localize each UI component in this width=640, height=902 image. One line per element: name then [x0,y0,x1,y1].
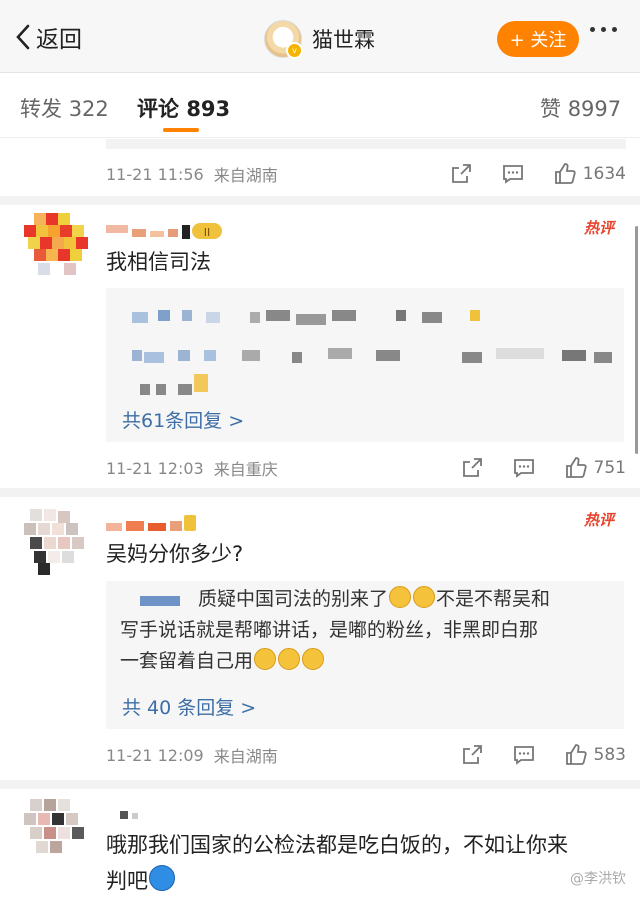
tab-repost[interactable]: 转发 322 [20,93,109,123]
comment-text: 哦那我们国家的公检法都是吃白饭的，不如让你来 判吧 [106,833,568,893]
avatar[interactable] [24,799,88,863]
thinking-emoji-icon [302,648,325,670]
view-replies-link[interactable]: 共 40 条回复 > [122,693,256,720]
comment-date: 11-21 12:03 [106,458,204,478]
watermark: @李洪钦 [570,871,626,887]
username-redacted[interactable] [106,805,146,823]
comment-location: 来自重庆 [213,460,278,479]
divider [0,196,640,205]
previous-comment-reply-box [106,139,626,149]
back-button[interactable]: 返回 [14,20,82,54]
comment-meta: 11-21 11:56 来自湖南 1634 [106,159,626,189]
like-count: 1634 [582,164,626,184]
hot-comment-badge: 热评 [584,511,615,529]
divider [0,780,640,789]
author-name[interactable]: 猫世霖 [312,24,375,54]
thinking-emoji-icon [254,648,277,670]
divider [0,488,640,497]
post-tabs: 转发 322 评论 893 赞 8997 [0,73,640,138]
comment-icon[interactable] [512,743,536,767]
comment-icon[interactable] [501,162,525,186]
chevron-left-icon [16,24,30,50]
svg-text:II: II [204,226,211,239]
tab-comments[interactable]: 评论 893 [137,93,230,123]
post-author[interactable]: v 猫世霖 [264,20,375,59]
avatar[interactable] [24,509,88,575]
avatar[interactable] [24,213,88,277]
hot-comment-badge: 热评 [584,219,615,237]
comment-meta: 11-21 12:09 来自湖南 583 [106,740,626,770]
avatar[interactable]: v [264,20,303,59]
tab-repost-label: 转发 [20,97,62,121]
active-tab-indicator [163,128,199,132]
comment-location: 来自湖南 [213,166,278,185]
share-icon[interactable] [460,456,484,480]
comment-location: 来自湖南 [213,747,278,766]
tab-likes[interactable]: 赞 8997 [540,93,621,123]
like-icon[interactable] [553,162,577,186]
comment-text: 我相信司法 [106,250,211,274]
tab-comments-label: 评论 [137,97,179,121]
comment-date: 11-21 12:09 [106,745,204,765]
share-icon[interactable] [460,743,484,767]
tab-likes-label: 赞 [540,97,561,121]
share-icon[interactable] [449,162,473,186]
tab-comments-count: 893 [186,97,231,121]
comment-meta: 11-21 12:03 来自重庆 751 [106,453,626,483]
thinking-emoji-icon [278,648,301,670]
username-redacted[interactable]: II [106,221,226,239]
laugh-cry-emoji-icon [389,586,412,608]
view-replies-link[interactable]: 共61条回复 > [122,406,244,433]
reply-preview-box[interactable]: 共61条回复 > [106,288,624,442]
comment-text: 吴妈分你多少? [106,542,244,566]
reply-text: 质疑中国司法的别来了 不是不帮吴和 写手说话就是帮嘟讲话，是嘟的粉丝，非黑即白那 … [120,586,551,672]
follow-button[interactable]: + 关注 [497,21,579,57]
reply-preview-box[interactable]: 质疑中国司法的别来了 不是不帮吴和 写手说话就是帮嘟讲话，是嘟的粉丝，非黑即白那 … [106,581,624,729]
tab-repost-count: 322 [68,97,109,121]
like-count: 751 [593,458,626,478]
like-icon[interactable] [564,456,588,480]
scrollbar[interactable] [635,226,638,454]
top-bar: 返回 v 猫世霖 + 关注 [0,0,640,73]
comment-date: 11-21 11:56 [106,164,204,184]
laugh-cry-emoji-icon [413,586,436,608]
comment-icon[interactable] [512,456,536,480]
doraemon-emoji-icon [149,865,175,891]
verified-badge-icon: v [286,42,303,59]
username-redacted[interactable] [106,513,206,531]
tab-likes-count: 8997 [567,97,622,121]
like-icon[interactable] [564,743,588,767]
more-options-icon[interactable] [590,27,617,32]
like-count: 583 [593,745,626,765]
back-label: 返回 [36,27,82,53]
